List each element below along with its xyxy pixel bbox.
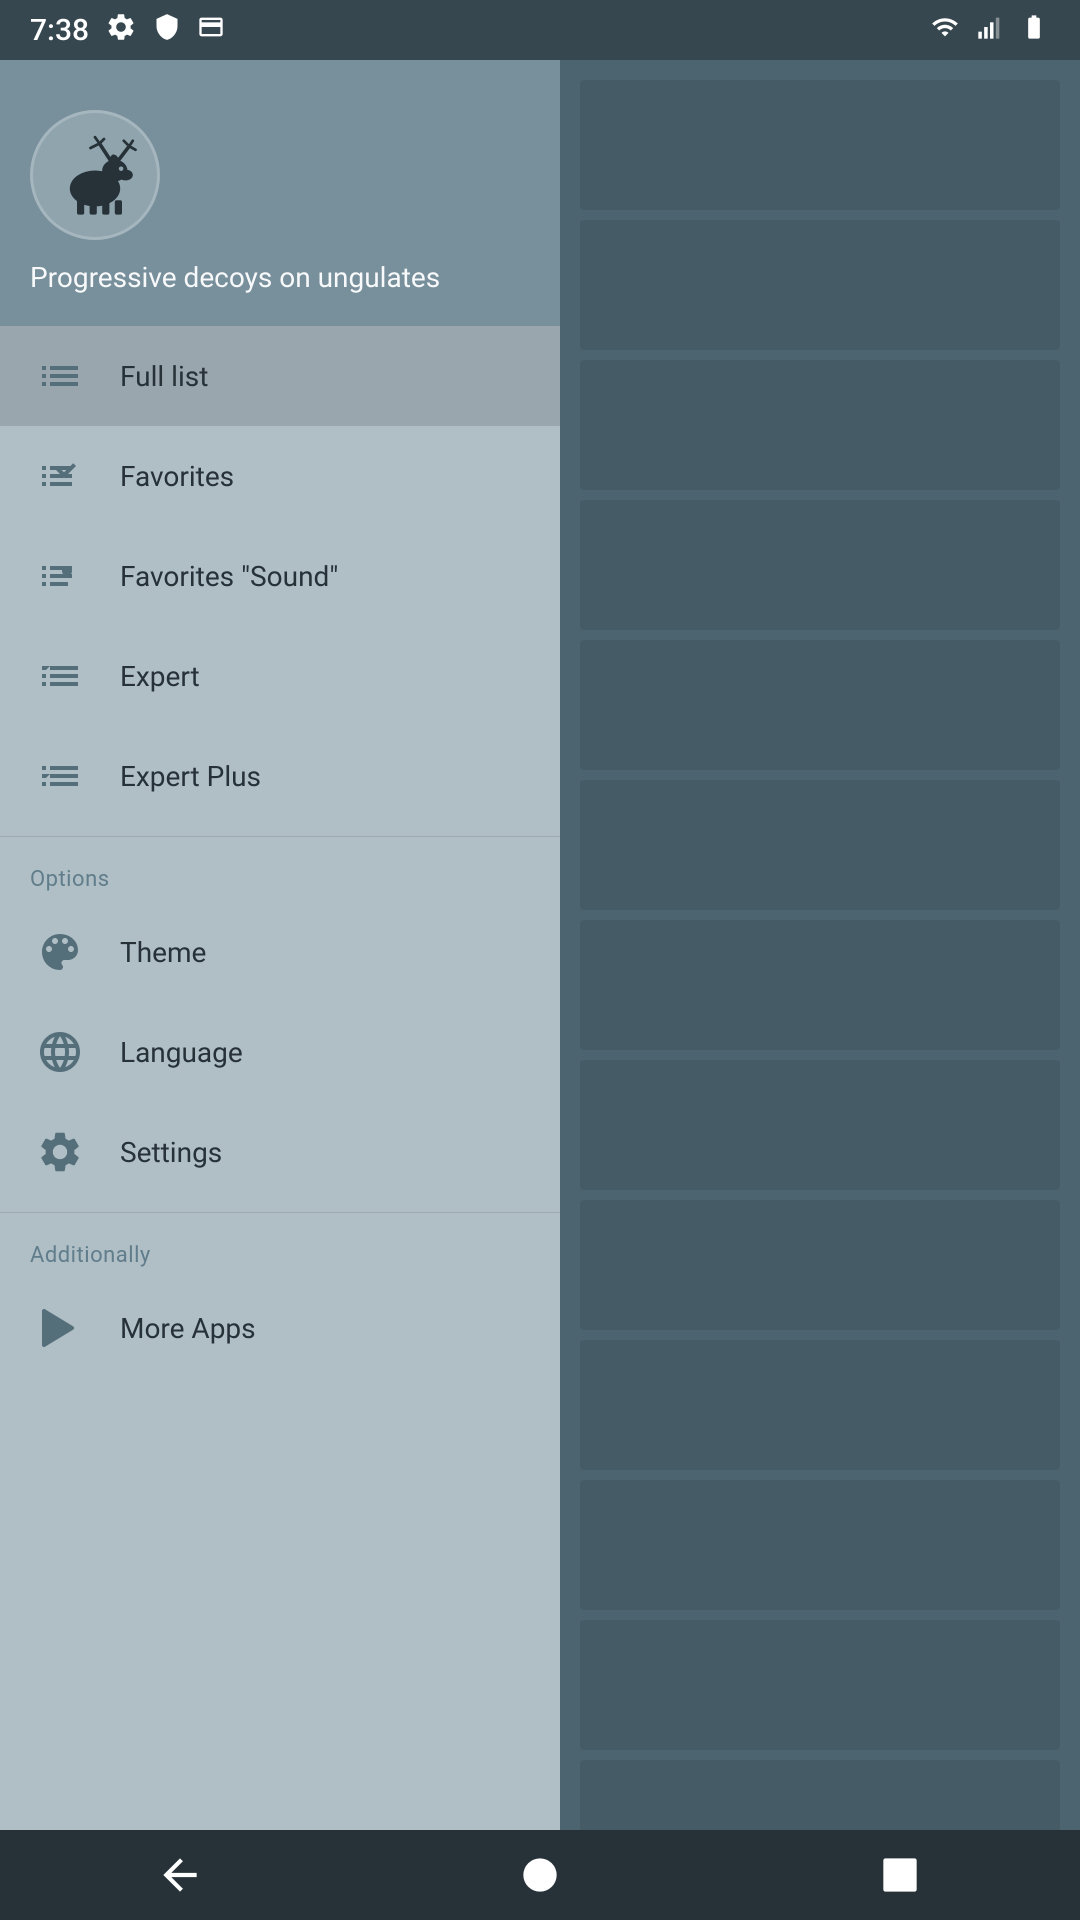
palette-icon xyxy=(30,922,90,982)
settings-icon xyxy=(30,1122,90,1182)
play-store-icon xyxy=(30,1298,90,1358)
home-button[interactable] xyxy=(500,1835,580,1915)
bottom-nav xyxy=(0,1830,1080,1920)
options-section-label: Options xyxy=(0,847,560,902)
drawer-app-title: Progressive decoys on ungulates xyxy=(30,260,530,296)
menu-item-favorites-sound[interactable]: Favorites "Sound" xyxy=(0,526,560,626)
menu-item-favorites-label: Favorites xyxy=(120,460,234,493)
wifi-icon xyxy=(928,13,962,48)
gear-icon xyxy=(105,11,137,50)
status-bar: 7:38 xyxy=(0,0,1080,60)
drawer-header: Progressive decoys on ungulates xyxy=(0,60,560,326)
menu-item-expert-plus-label: Expert Plus xyxy=(120,760,261,793)
avatar xyxy=(30,110,160,240)
menu-item-favorites[interactable]: Favorites xyxy=(0,426,560,526)
menu-item-settings-label: Settings xyxy=(120,1136,222,1169)
menu-item-full-list[interactable]: Full list xyxy=(0,326,560,426)
favorites-icon xyxy=(30,446,90,506)
list-icon xyxy=(30,346,90,406)
menu-item-theme-label: Theme xyxy=(120,936,206,969)
moose-icon xyxy=(50,130,140,220)
favorites-sound-icon xyxy=(30,546,90,606)
menu-item-full-list-label: Full list xyxy=(120,360,208,393)
divider-1 xyxy=(0,836,560,837)
menu-item-favorites-sound-label: Favorites "Sound" xyxy=(120,560,338,593)
card-icon xyxy=(197,13,225,48)
recent-apps-button[interactable] xyxy=(860,1835,940,1915)
expert-icon xyxy=(30,646,90,706)
menu-item-expert[interactable]: Expert xyxy=(0,626,560,726)
signal-icon xyxy=(976,13,1004,48)
drawer-menu: Full list Favorites Favorites "Sound" xyxy=(0,326,560,1830)
status-bar-right xyxy=(928,13,1050,48)
menu-item-more-apps-label: More Apps xyxy=(120,1312,256,1345)
status-time: 7:38 xyxy=(30,13,89,48)
menu-item-theme[interactable]: Theme xyxy=(0,902,560,1002)
additionally-section-label: Additionally xyxy=(0,1223,560,1278)
menu-item-more-apps[interactable]: More Apps xyxy=(0,1278,560,1378)
navigation-drawer: Progressive decoys on ungulates Full lis… xyxy=(0,60,560,1830)
battery-icon xyxy=(1018,13,1050,48)
back-button[interactable] xyxy=(140,1835,220,1915)
divider-2 xyxy=(0,1212,560,1213)
menu-item-expert-plus[interactable]: Expert Plus xyxy=(0,726,560,826)
menu-item-settings[interactable]: Settings xyxy=(0,1102,560,1202)
shield-icon xyxy=(153,13,181,48)
globe-icon xyxy=(30,1022,90,1082)
expert-plus-icon xyxy=(30,746,90,806)
menu-item-language[interactable]: Language xyxy=(0,1002,560,1102)
menu-item-language-label: Language xyxy=(120,1036,243,1069)
menu-item-expert-label: Expert xyxy=(120,660,200,693)
status-bar-left: 7:38 xyxy=(30,11,225,50)
